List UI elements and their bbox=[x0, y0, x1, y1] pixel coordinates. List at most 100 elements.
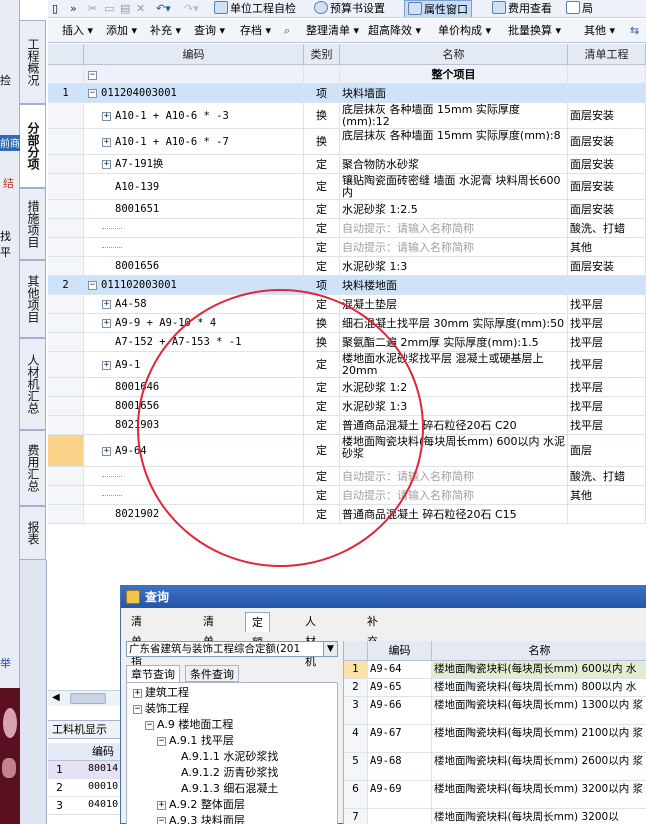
work-cell[interactable]: 面层 bbox=[568, 435, 646, 466]
redo-icon[interactable]: ↷▾ bbox=[184, 0, 199, 17]
panel-row[interactable]: 1 80014 bbox=[48, 761, 120, 779]
tree-node[interactable]: A.9.1.1 水泥砂浆找 bbox=[169, 749, 278, 765]
expand-icon[interactable]: + bbox=[102, 360, 111, 370]
library-select[interactable]: 广东省建筑与装饰工程综合定额(201 ▼ bbox=[126, 641, 338, 657]
row-num[interactable] bbox=[48, 397, 84, 415]
code-cell[interactable]: + A9-1 bbox=[84, 352, 304, 377]
work-cell[interactable]: 找平层 bbox=[568, 397, 646, 415]
table-row[interactable]: + A7-191换 定聚合物防水砂浆 面层安装 bbox=[48, 155, 646, 174]
overflow-icon[interactable]: » bbox=[70, 0, 77, 17]
code-cell[interactable]: −011102003001 bbox=[84, 276, 304, 294]
name-cell[interactable]: 底层抹灰 各种墙面 15mm 实际厚度(mm):8 bbox=[340, 129, 568, 154]
table-row[interactable]: 定自动提示：请输入名称简称 酸洗、打蜡 bbox=[48, 219, 646, 238]
code-cell[interactable] bbox=[84, 467, 304, 485]
work-cell[interactable]: 找平层 bbox=[568, 378, 646, 396]
type-cell[interactable]: 定 bbox=[304, 238, 340, 256]
tab-list-guide[interactable]: 清单指引 bbox=[125, 612, 148, 688]
row-num[interactable] bbox=[48, 238, 84, 256]
code-cell[interactable]: A7-152 + A7-153 * -1 bbox=[84, 333, 304, 351]
result-row[interactable]: 3 A9-66 楼地面陶瓷块料(每块周长mm) 1300以内 浆 bbox=[344, 697, 646, 725]
name-cell[interactable]: 楼地面水泥砂浆找平层 混凝土或硬基层上 20mm bbox=[340, 352, 568, 377]
panel-row[interactable]: 3 04010 bbox=[48, 797, 120, 815]
table-row[interactable]: 定自动提示：请输入名称简称 其他 bbox=[48, 486, 646, 505]
cost-view-button[interactable]: 费用查看 bbox=[492, 0, 552, 17]
type-cell[interactable]: 项 bbox=[304, 84, 340, 102]
row-num[interactable] bbox=[48, 174, 84, 199]
tab-list[interactable]: 清单 bbox=[197, 612, 220, 648]
row-num[interactable] bbox=[48, 486, 84, 504]
expand-icon[interactable]: + bbox=[102, 318, 111, 328]
code-cell[interactable]: + A4-58 bbox=[84, 295, 304, 313]
name-cell[interactable]: 块料楼地面 bbox=[340, 276, 568, 294]
unit-check-button[interactable]: 单位工程自检 bbox=[214, 0, 296, 17]
type-cell[interactable]: 定 bbox=[304, 174, 340, 199]
query-menu[interactable]: 查询 ▾ bbox=[194, 22, 225, 40]
expand-icon[interactable]: + bbox=[133, 688, 142, 698]
code-cell[interactable]: A10-139 bbox=[84, 174, 304, 199]
name-cell[interactable]: 楼地面陶瓷块料(每块周长mm) 600以内 水泥砂浆 bbox=[340, 435, 568, 466]
name-cell[interactable]: 块料墙面 bbox=[340, 84, 568, 102]
code-cell[interactable]: 8001656 bbox=[84, 257, 304, 275]
add-menu[interactable]: 添加 ▾ bbox=[106, 22, 137, 40]
result-row[interactable]: 4 A9-67 楼地面陶瓷块料(每块周长mm) 2100以内 浆 bbox=[344, 725, 646, 753]
name-cell[interactable]: 聚氨酯二遍 2mm厚 实际厚度(mm):1.5 bbox=[340, 333, 568, 351]
grid-header-name[interactable]: 名称 bbox=[340, 44, 568, 65]
row-num[interactable]: 2 bbox=[48, 276, 84, 294]
collapse-icon[interactable]: − bbox=[88, 70, 97, 80]
tree-node[interactable]: − A.9 楼地面工程 bbox=[145, 717, 233, 733]
code-cell[interactable] bbox=[84, 238, 304, 256]
work-cell[interactable]: 面层安装 bbox=[568, 257, 646, 275]
tab-reports[interactable]: 报表 bbox=[20, 506, 46, 560]
collapse-icon[interactable]: − bbox=[157, 816, 166, 824]
batch-replace-menu[interactable]: 批量换算 ▾ bbox=[508, 22, 561, 40]
store-menu[interactable]: 存档 ▾ bbox=[240, 22, 271, 40]
tree-node[interactable]: A.9.1.3 细石混凝土 bbox=[169, 781, 278, 797]
type-cell[interactable]: 项 bbox=[304, 276, 340, 294]
table-row[interactable]: 定自动提示：请输入名称简称 酸洗、打蜡 bbox=[48, 467, 646, 486]
work-cell[interactable]: 面层安装 bbox=[568, 200, 646, 218]
code-cell[interactable] bbox=[84, 219, 304, 237]
expand-icon[interactable]: + bbox=[102, 159, 111, 169]
budget-settings-button[interactable]: 预算书设置 bbox=[314, 0, 385, 17]
name-cell[interactable]: 镶贴陶瓷面砖密缝 墙面 水泥膏 块料周长600内 bbox=[340, 174, 568, 199]
collapse-icon[interactable]: − bbox=[133, 704, 142, 714]
supplement-menu[interactable]: 补充 ▾ bbox=[150, 22, 181, 40]
expand-icon[interactable]: + bbox=[102, 446, 111, 456]
tree-node[interactable]: A.9.1.2 沥青砂浆找 bbox=[169, 765, 278, 781]
code-cell[interactable]: 8001656 bbox=[84, 397, 304, 415]
code-cell[interactable]: 8021902 bbox=[84, 505, 304, 523]
row-num[interactable] bbox=[48, 219, 84, 237]
unit-price-menu[interactable]: 单价构成 ▾ bbox=[438, 22, 491, 40]
name-cell[interactable]: 混凝土垫层 bbox=[340, 295, 568, 313]
code-cell[interactable]: + A9-64 bbox=[84, 435, 304, 466]
insert-menu[interactable]: 插入 ▾ bbox=[62, 22, 93, 40]
tab-project-overview[interactable]: 工程概况 bbox=[20, 20, 46, 104]
code-cell[interactable]: 8001646 bbox=[84, 378, 304, 396]
type-cell[interactable]: 定 bbox=[304, 416, 340, 434]
result-row[interactable]: 2 A9-65 楼地面陶瓷块料(每块周长mm) 800以内 水 bbox=[344, 679, 646, 697]
code-cell[interactable]: + A10-1 + A10-6 * -3 bbox=[84, 103, 304, 128]
expand-icon[interactable]: + bbox=[102, 299, 111, 309]
name-cell[interactable]: 水泥砂浆 1:2 bbox=[340, 378, 568, 396]
tab-subdivision[interactable]: 分部分项 bbox=[20, 104, 46, 188]
table-row[interactable]: + A10-1 + A10-6 * -7 换底层抹灰 各种墙面 15mm 实际厚度(… bbox=[48, 129, 646, 155]
row-num[interactable] bbox=[48, 333, 84, 351]
name-cell[interactable]: 水泥砂浆 1:2.5 bbox=[340, 200, 568, 218]
expand-icon[interactable]: + bbox=[157, 800, 166, 810]
grid-header-list-work[interactable]: 清单工程 bbox=[568, 44, 646, 65]
table-row[interactable]: + A9-9 + A9-10 * 4 换细石混凝土找平层 30mm 实际厚度(mm)… bbox=[48, 314, 646, 333]
collapse-icon[interactable]: − bbox=[88, 88, 97, 98]
name-cell[interactable]: 自动提示：请输入名称简称 bbox=[340, 238, 568, 256]
tab-supplement-labor[interactable]: 补充人材机 bbox=[361, 612, 384, 708]
row-num[interactable] bbox=[48, 257, 84, 275]
height-drop-menu[interactable]: 超高降效 ▾ bbox=[368, 22, 421, 40]
row-num[interactable] bbox=[48, 505, 84, 523]
work-cell[interactable]: 找平层 bbox=[568, 416, 646, 434]
work-cell[interactable] bbox=[568, 276, 646, 294]
tree-node[interactable]: + A.9.2 整体面层 bbox=[157, 797, 245, 813]
table-row[interactable]: + A4-58 定混凝土垫层 找平层 bbox=[48, 295, 646, 314]
chevron-down-icon[interactable]: ▼ bbox=[323, 642, 337, 656]
panel-tab[interactable]: 工料机显示 bbox=[48, 721, 120, 739]
name-cell[interactable]: 普通商品混凝土 碎石粒径20石 C20 bbox=[340, 416, 568, 434]
tab-labor-material-summary[interactable]: 人材机汇总 bbox=[20, 338, 46, 430]
